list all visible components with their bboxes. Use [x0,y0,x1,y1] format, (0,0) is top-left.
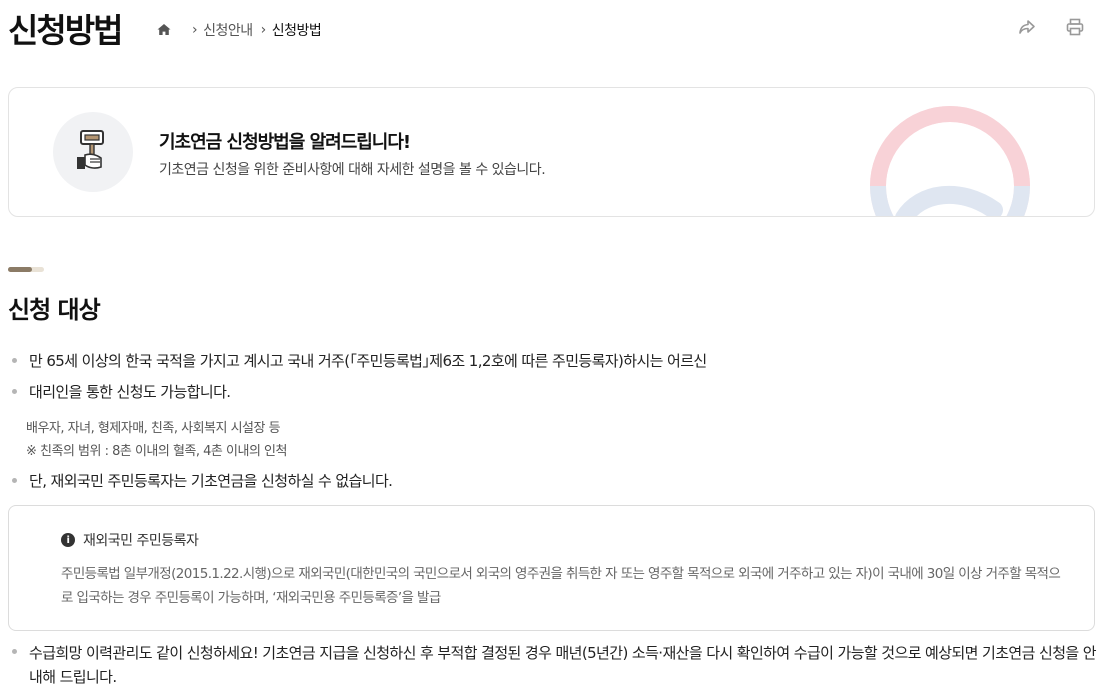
breadcrumb: › 신청안내 › 신청방법 [156,20,329,40]
intro-description: 기초연금 신청을 위한 준비사항에 대해 자세한 설명을 볼 수 있습니다. [159,162,546,178]
notice-title: 재외국민 주민등록자 [83,533,199,549]
notice-header: i 재외국민 주민등록자 [61,530,199,550]
breadcrumb-item-apply-guide[interactable]: 신청안내 [203,20,253,40]
section-title: 신청 대상 [8,296,101,324]
government-emblem-watermark [870,106,1030,216]
print-icon[interactable] [1064,16,1086,38]
list-item-text: 수급희망 이력관리도 같이 신청하세요! 기초연금 지급을 신청하신 후 부적합… [29,644,1097,686]
bullet-dot [12,478,17,483]
info-icon: i [61,533,75,547]
list-item: 만 65세 이상의 한국 국적을 가지고 계시고 국내 거주(｢주민등록법｣제6… [8,350,707,371]
home-icon[interactable] [156,22,172,38]
section-accent-bar [8,267,44,272]
chevron-right-icon: › [260,22,267,38]
intro-title: 기초연금 신청방법을 알려드립니다! [159,132,411,153]
list-item-text: 대리인을 통한 신청도 가능합니다. [29,383,231,401]
sign-board-icon [53,112,133,192]
proxy-examples: 배우자, 자녀, 형제자매, 친족, 사회복지 시설장 등 [26,421,281,436]
bullet-dot [12,389,17,394]
page-title: 신청방법 [8,11,123,50]
intro-card: 기초연금 신청방법을 알려드립니다! 기초연금 신청을 위한 준비사항에 대해 … [8,87,1095,217]
kinship-scope-note: ※ 친족의 범위 : 8촌 이내의 혈족, 4촌 이내의 인척 [26,444,287,459]
notice-box: i 재외국민 주민등록자 주민등록법 일부개정(2015.1.22.시행)으로 … [8,505,1095,631]
breadcrumb-item-current: 신청방법 [271,23,322,39]
bullet-dot [12,649,17,654]
chevron-right-icon: › [192,22,198,38]
list-item-text: 단, 재외국민 주민등록자는 기초연금을 신청하실 수 없습니다. [29,472,393,490]
notice-body: 주민등록법 일부개정(2015.1.22.시행)으로 재외국민(대한민국의 국민… [61,566,1061,606]
list-item: 대리인을 통한 신청도 가능합니다. [8,381,231,402]
list-item-text: 만 65세 이상의 한국 국적을 가지고 계시고 국내 거주(｢주민등록법｣제6… [29,352,707,370]
share-icon[interactable] [1016,16,1038,38]
page-actions [1016,16,1086,38]
list-item: 단, 재외국민 주민등록자는 기초연금을 신청하실 수 없습니다. [8,470,393,491]
bullet-dot [12,358,17,363]
list-item: 수급희망 이력관리도 같이 신청하세요! 기초연금 지급을 신청하신 후 부적합… [8,641,1098,689]
